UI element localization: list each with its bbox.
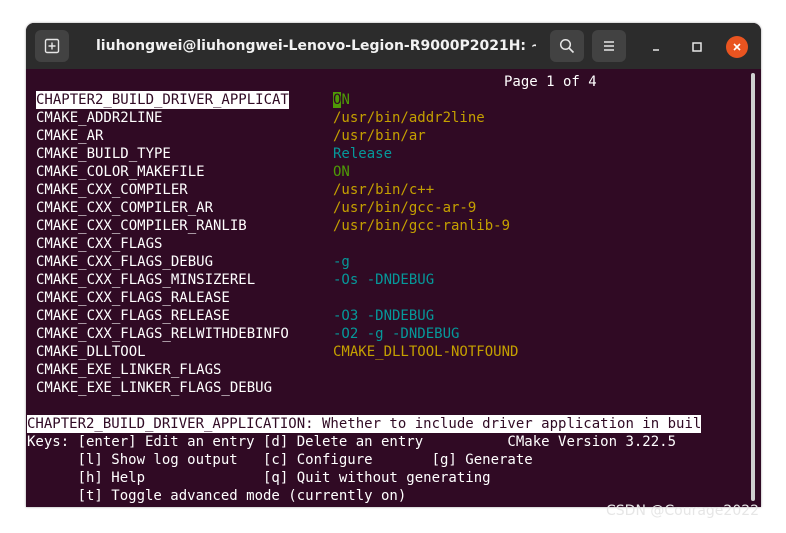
cache-entry-value[interactable]: /usr/bin/gcc-ranlib-9 [333, 217, 510, 235]
maximize-icon [692, 42, 702, 52]
cache-entry-value[interactable]: -Os -DNDEBUG [333, 271, 434, 289]
help-line: [h] Help [q] Quit without generating [27, 470, 491, 486]
minimize-icon [653, 49, 659, 51]
terminal-window: liuhongwei@liuhongwei-Lenovo-Legion-R900… [26, 23, 761, 507]
cache-entry-name[interactable]: CMAKE_ADDR2LINE [36, 109, 162, 127]
cache-entry-value-text: N [341, 92, 350, 108]
cache-entry-value[interactable]: /usr/bin/c++ [333, 181, 434, 199]
cache-entry-value[interactable]: CMAKE_DLLTOOL-NOTFOUND [333, 343, 518, 361]
cache-entry-value[interactable]: ON [333, 91, 350, 109]
help-line: [l] Show log output [c] Configure [g] Ge… [27, 452, 533, 468]
cache-entry-name[interactable]: CMAKE_EXE_LINKER_FLAGS [36, 361, 221, 379]
terminal-area[interactable]: Page 1 of 4 CHAPTER2_BUILD_DRIVER_APPLIC… [26, 69, 761, 507]
new-tab-icon [44, 38, 60, 54]
window-title: liuhongwei@liuhongwei-Lenovo-Legion-R900… [96, 38, 536, 54]
cache-entry-value[interactable]: -O2 -g -DNDEBUG [333, 325, 459, 343]
cache-entry-name[interactable]: CHAPTER2_BUILD_DRIVER_APPLICAT [36, 91, 289, 109]
cache-entry-value[interactable]: Release [333, 145, 392, 163]
watermark: CSDN @Courage2022 [606, 503, 760, 519]
cache-entry-name[interactable]: CMAKE_CXX_COMPILER_AR [36, 199, 213, 217]
maximize-button[interactable] [686, 36, 708, 58]
cache-entry-value[interactable]: ON [333, 163, 350, 181]
cache-entry-name[interactable]: CMAKE_COLOR_MAKEFILE [36, 163, 205, 181]
search-button[interactable] [550, 30, 584, 62]
cache-entry-name[interactable]: CMAKE_CXX_FLAGS_DEBUG [36, 253, 213, 271]
cache-entry-value[interactable]: /usr/bin/gcc-ar-9 [333, 199, 476, 217]
cache-entry-name[interactable]: CMAKE_EXE_LINKER_FLAGS_DEBUG [36, 379, 272, 397]
cache-entry-name[interactable]: CMAKE_CXX_FLAGS_RELWITHDEBINFO [36, 325, 289, 343]
minimize-button[interactable] [645, 36, 667, 58]
cache-entry-name[interactable]: CMAKE_AR [36, 127, 103, 145]
help-line: Keys: [enter] Edit an entry [d] Delete a… [27, 434, 677, 450]
cache-entry-name[interactable]: CMAKE_CXX_FLAGS_RALEASE [36, 289, 230, 307]
cache-entry-value[interactable]: -O3 -DNDEBUG [333, 307, 434, 325]
cache-entry-name[interactable]: CMAKE_DLLTOOL [36, 343, 146, 361]
cache-entry-value[interactable]: -g [333, 253, 350, 271]
help-line: [t] Toggle advanced mode (currently on) [27, 488, 407, 504]
cache-entry-name[interactable]: CMAKE_CXX_FLAGS_RELEASE [36, 307, 230, 325]
cache-entry-name[interactable]: CMAKE_CXX_COMPILER [36, 181, 188, 199]
page-indicator: Page 1 of 4 [504, 74, 597, 90]
cache-entry-value[interactable]: /usr/bin/addr2line [333, 109, 485, 127]
hamburger-menu-icon [604, 41, 614, 51]
search-icon [559, 38, 575, 54]
close-button[interactable] [726, 36, 748, 58]
status-line: CHAPTER2_BUILD_DRIVER_APPLICATION: Wheth… [27, 415, 702, 433]
cache-entry-name[interactable]: CMAKE_CXX_FLAGS_MINSIZEREL [36, 271, 255, 289]
cache-entry-name[interactable]: CMAKE_BUILD_TYPE [36, 145, 171, 163]
scrollbar[interactable] [751, 73, 755, 501]
title-bar: liuhongwei@liuhongwei-Lenovo-Legion-R900… [26, 23, 761, 69]
close-icon [733, 43, 741, 51]
cache-entry-name[interactable]: CMAKE_CXX_FLAGS [36, 235, 162, 253]
cache-entry-name[interactable]: CMAKE_CXX_COMPILER_RANLIB [36, 217, 247, 235]
menu-button[interactable] [592, 30, 626, 62]
new-tab-button[interactable] [35, 30, 69, 62]
cache-entry-value[interactable]: /usr/bin/ar [333, 127, 426, 145]
